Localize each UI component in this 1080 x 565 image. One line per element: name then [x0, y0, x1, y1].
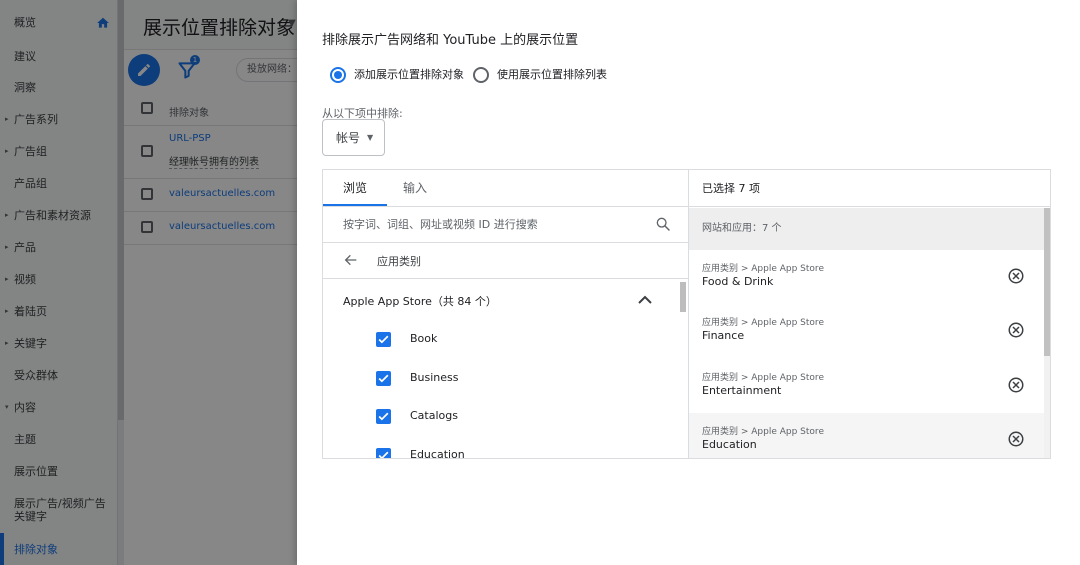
breadcrumb: 应用类别 — [377, 255, 421, 268]
selected-item-path: 应用类别 > Apple App Store — [702, 264, 824, 274]
selected-count-header: 已选择 7 项 — [689, 170, 1050, 207]
browse-pane: 浏览 输入 应用类别 Apple App Store（共 84 个） Book … — [323, 170, 688, 458]
selected-item-name: Food & Drink — [702, 275, 774, 288]
category-checkbox[interactable] — [376, 371, 391, 386]
chevron-up-icon[interactable] — [637, 294, 653, 306]
remove-circle-icon[interactable] — [1007, 267, 1025, 285]
tabs-divider — [323, 206, 688, 207]
remove-circle-icon[interactable] — [1007, 430, 1025, 448]
list-item[interactable]: Business — [323, 359, 680, 397]
check-icon — [378, 412, 389, 421]
divider — [323, 278, 688, 279]
dropdown-caret-icon: ▼ — [367, 133, 374, 142]
category-checkbox[interactable] — [376, 409, 391, 424]
selected-item-name: Entertainment — [702, 384, 782, 397]
list-item: 应用类别 > Apple App Store Food & Drink — [689, 250, 1044, 304]
category-label: Education — [410, 448, 465, 458]
radio-use-exclusion-list-label[interactable]: 使用展示位置排除列表 — [497, 67, 607, 83]
selected-item-name: Finance — [702, 329, 745, 342]
search-input[interactable] — [343, 208, 643, 240]
check-icon — [378, 335, 389, 344]
selected-item-path: 应用类别 > Apple App Store — [702, 318, 824, 328]
remove-circle-icon[interactable] — [1007, 321, 1025, 339]
selected-item-path: 应用类别 > Apple App Store — [702, 427, 824, 437]
category-checkbox[interactable] — [376, 332, 391, 347]
category-list: Book Business Catalogs Education — [323, 320, 680, 458]
panel-title: 排除展示广告网络和 YouTube 上的展示位置 — [322, 33, 579, 48]
list-item: 应用类别 > Apple App Store Education — [689, 413, 1044, 458]
check-icon — [378, 374, 389, 383]
exclude-level-dropdown[interactable]: 帐号 ▼ — [322, 119, 385, 156]
divider — [323, 242, 688, 243]
list-item[interactable]: Education — [323, 436, 680, 458]
radio-add-exclusions[interactable] — [330, 67, 346, 83]
search-icon[interactable] — [655, 216, 671, 232]
category-group-title[interactable]: Apple App Store（共 84 个） — [343, 293, 497, 309]
selected-scrollbar-thumb[interactable] — [1044, 208, 1050, 356]
selected-pane: 已选择 7 项 网站和应用：7 个 应用类别 > Apple App Store… — [688, 170, 1050, 458]
category-label: Catalogs — [410, 409, 458, 422]
check-icon — [378, 451, 389, 458]
category-label: Book — [410, 332, 438, 345]
modal-overlay[interactable] — [0, 0, 297, 565]
tab-browse[interactable]: 浏览 — [323, 170, 387, 206]
radio-use-exclusion-list[interactable] — [473, 67, 489, 83]
list-item[interactable]: Book — [323, 320, 680, 358]
dropdown-value: 帐号 — [336, 131, 361, 145]
list-item: 应用类别 > Apple App Store Entertainment — [689, 359, 1044, 413]
category-label: Business — [410, 371, 459, 384]
placement-browser: 浏览 输入 应用类别 Apple App Store（共 84 个） Book … — [322, 169, 1051, 459]
category-checkbox[interactable] — [376, 448, 391, 458]
selected-item-path: 应用类别 > Apple App Store — [702, 373, 824, 383]
back-arrow-icon[interactable] — [343, 252, 359, 268]
remove-circle-icon[interactable] — [1007, 376, 1025, 394]
list-item[interactable]: Catalogs — [323, 397, 680, 435]
exclusion-panel: 排除展示广告网络和 YouTube 上的展示位置 添加展示位置排除对象 使用展示… — [297, 0, 1080, 565]
radio-add-exclusions-label[interactable]: 添加展示位置排除对象 — [354, 67, 464, 83]
list-item: 应用类别 > Apple App Store Finance — [689, 304, 1044, 358]
browse-scrollbar-thumb[interactable] — [680, 282, 686, 312]
selected-group-header: 网站和应用：7 个 — [689, 208, 1050, 250]
selected-item-name: Education — [702, 438, 757, 451]
tab-enter[interactable]: 输入 — [387, 170, 443, 206]
